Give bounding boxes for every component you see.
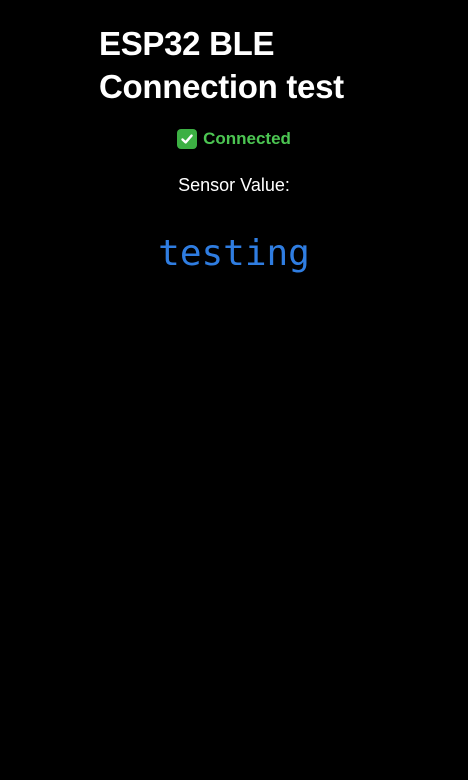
connection-status: Connected (0, 128, 468, 150)
sensor-value: testing (158, 233, 310, 274)
app-screen: ESP32 BLE Connection test Connected Sens… (0, 0, 468, 780)
connection-status-text: Connected (203, 129, 291, 148)
page-title-line-2: Connection test (99, 68, 344, 105)
page-title-line-1: ESP32 BLE (99, 25, 275, 62)
check-mark-icon (177, 129, 198, 149)
page-title: ESP32 BLE Connection test (99, 22, 344, 108)
sensor-value-label: Sensor Value: (178, 175, 290, 195)
